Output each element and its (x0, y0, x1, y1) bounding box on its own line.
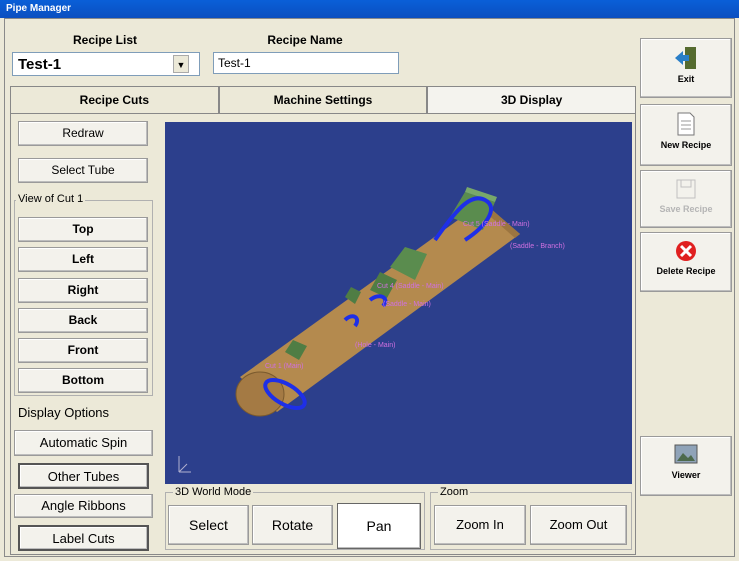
tab-3d-display[interactable]: 3D Display (427, 86, 637, 114)
automatic-spin-button[interactable]: Automatic Spin (14, 430, 153, 456)
display-options-label: Display Options (16, 405, 112, 420)
window-titlebar: Pipe Manager (0, 0, 739, 18)
select-tube-button[interactable]: Select Tube (18, 158, 148, 183)
view-of-cut-label: View of Cut 1 (16, 193, 86, 205)
zoom-label: Zoom (438, 486, 471, 498)
tab-machine-settings[interactable]: Machine Settings (218, 86, 428, 114)
select-mode-button[interactable]: Select (168, 505, 249, 545)
delete-recipe-button[interactable]: Delete Recipe (640, 232, 732, 292)
pan-mode-button[interactable]: Pan (337, 503, 421, 549)
exit-button[interactable]: Exit (640, 38, 732, 98)
3d-scene: Cut 5 (Saddle - Main) (Saddle - Branch) … (178, 187, 565, 473)
exit-door-icon (675, 47, 696, 69)
recipe-list-dropdown[interactable]: Test-1 (12, 52, 200, 76)
main-pipe (235, 202, 520, 417)
viewport-label-cut1: Cut 1 (Main) (265, 363, 304, 370)
tab-recipe-cuts[interactable]: Recipe Cuts (10, 86, 219, 114)
viewport-label-saddle-main: (Saddle - Main) (383, 301, 431, 308)
redraw-button[interactable]: Redraw (18, 121, 148, 146)
delete-recipe-label: Delete Recipe (656, 266, 716, 276)
window-title: Pipe Manager (6, 3, 72, 14)
3d-viewport[interactable]: Cut 5 (Saddle - Main) (Saddle - Branch) … (165, 122, 632, 484)
other-tubes-button[interactable]: Other Tubes (18, 463, 149, 489)
world-mode-label: 3D World Mode (173, 486, 254, 498)
viewer-picture-icon (674, 444, 698, 464)
dropdown-arrow-icon[interactable]: ▼ (173, 55, 189, 73)
save-recipe-label: Save Recipe (659, 204, 713, 214)
viewport-label-cut5: Cut 5 (Saddle - Main) (463, 221, 530, 228)
new-recipe-button[interactable]: New Recipe (640, 104, 732, 166)
recipe-name-label: Recipe Name (267, 33, 343, 47)
viewport-label-cut4: Cut 4 (Saddle - Main) (377, 283, 444, 290)
save-recipe-button[interactable]: Save Recipe (640, 170, 732, 228)
view-top-button[interactable]: Top (18, 217, 148, 242)
recipe-list-value: Test-1 (18, 56, 62, 73)
zoom-in-button[interactable]: Zoom In (434, 505, 526, 545)
axis-indicator-icon (178, 456, 191, 473)
view-left-button[interactable]: Left (18, 247, 148, 272)
rotate-mode-button[interactable]: Rotate (252, 505, 333, 545)
delete-x-icon (676, 241, 696, 261)
angle-ribbons-button[interactable]: Angle Ribbons (14, 494, 153, 518)
new-document-icon (677, 112, 695, 136)
viewport-label-hole-main: (Hole - Main) (355, 342, 395, 349)
zoom-out-button[interactable]: Zoom Out (530, 505, 627, 545)
recipe-list-label: Recipe List (72, 33, 138, 47)
tab-strip: Recipe Cuts Machine Settings 3D Display (10, 86, 637, 114)
recipe-name-value: Test-1 (218, 56, 251, 70)
exit-label: Exit (677, 74, 695, 84)
label-cuts-button[interactable]: Label Cuts (18, 525, 149, 551)
viewer-button[interactable]: Viewer (640, 436, 732, 496)
view-back-button[interactable]: Back (18, 308, 148, 333)
view-bottom-button[interactable]: Bottom (18, 368, 148, 393)
view-front-button[interactable]: Front (18, 338, 148, 363)
save-disk-icon (676, 179, 696, 199)
recipe-name-field[interactable]: Test-1 (213, 52, 399, 74)
viewport-label-saddle-branch: (Saddle - Branch) (510, 243, 565, 250)
new-recipe-label: New Recipe (660, 140, 712, 150)
viewer-label: Viewer (671, 470, 701, 480)
view-right-button[interactable]: Right (18, 278, 148, 303)
